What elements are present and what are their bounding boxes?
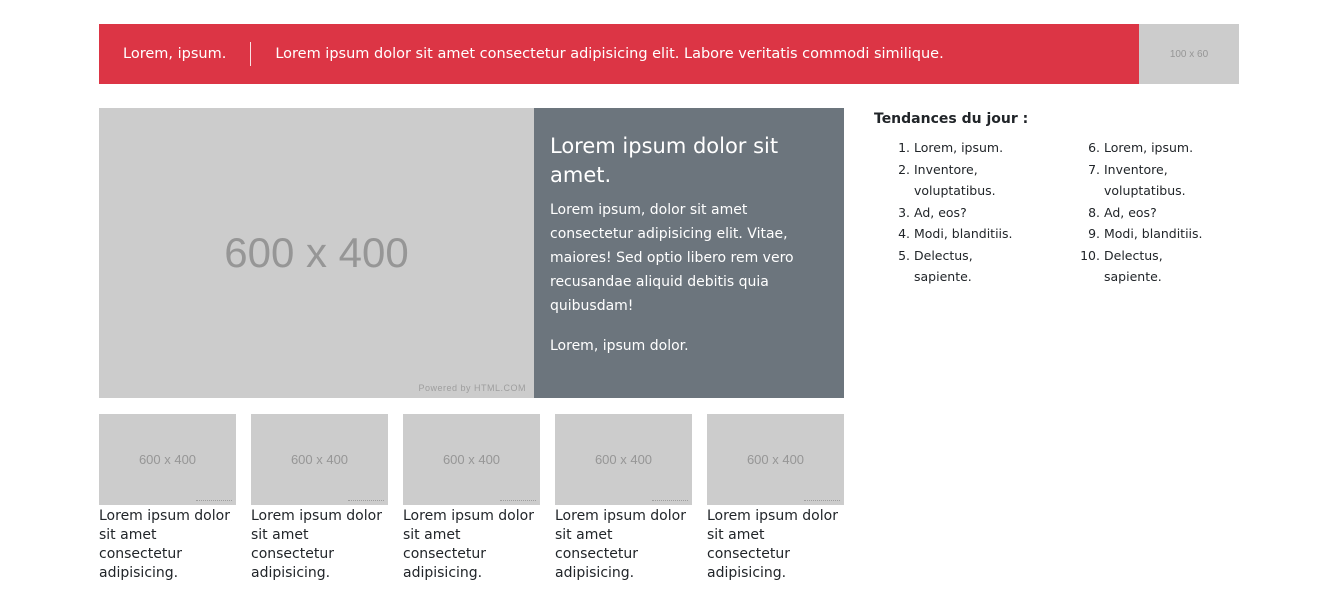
trend-label: Lorem, ipsum.: [1104, 140, 1194, 155]
thumbnail-caption: Lorem ipsum dolor sit amet consectetur a…: [403, 508, 534, 581]
trend-number: 3.: [898, 204, 910, 220]
hero-small-text: Lorem, ipsum dolor.: [550, 338, 689, 354]
trend-number: 9.: [1088, 226, 1100, 241]
thumbnail-image-label: 600 x 400: [594, 452, 653, 467]
hero-image[interactable]: 600 x 400 Powered by HTML.COM: [99, 108, 534, 398]
thumbnail-caption: Lorem ipsum dolor sit amet consectetur a…: [99, 508, 230, 581]
trend-item[interactable]: 6. Lorem, ipsum.: [1064, 137, 1254, 159]
trends-list-column-2: 6. Lorem, ipsum. 7. Inventore, voluptatibu…: [1064, 137, 1254, 288]
trend-item[interactable]: 9. Modi, blanditiis.: [1064, 223, 1254, 245]
thumbnail-image-label: 600 x 400: [442, 452, 501, 467]
image-credit-mark: [500, 500, 536, 502]
thumbnail-image-label: 600 x 400: [746, 452, 805, 467]
trend-item[interactable]: 10. Delectus, sapiente.: [1064, 245, 1254, 288]
ad-placeholder-label: 100 x 60: [1169, 48, 1209, 60]
trend-label: Ad, eos?: [914, 204, 967, 220]
thumbnail-grid: 600 x 400 Lorem ipsum dolor sit amet con…: [99, 414, 844, 590]
image-credit: Powered by HTML.COM: [418, 383, 526, 393]
trends-list-column-1: 1. Lorem, ipsum. 2. Inventore, voluptatibu…: [874, 137, 1064, 288]
trend-item[interactable]: 5. Delectus, sapiente.: [874, 245, 1064, 288]
trend-label: Modi, blanditiis.: [1104, 226, 1203, 241]
trend-number: 1.: [898, 140, 910, 155]
ad-placeholder[interactable]: 100 x 60: [1139, 24, 1239, 84]
brand-link[interactable]: Lorem, ipsum.: [99, 46, 250, 62]
thumbnail-caption: Lorem ipsum dolor sit amet consectetur a…: [555, 508, 686, 581]
trend-label: Inventore, voluptatibus.: [1104, 161, 1186, 199]
trends-panel: Tendances du jour : 1. Lorem, ipsum. 2. In…: [874, 108, 1254, 288]
thumbnail-image[interactable]: 600 x 400: [403, 414, 540, 505]
hero-image-label: 600 x 400: [224, 229, 409, 276]
trend-label: Ad, eos?: [1104, 204, 1157, 220]
trend-item[interactable]: 8. Ad, eos?: [1064, 202, 1254, 224]
trends-columns: 1. Lorem, ipsum. 2. Inventore, voluptatibu…: [874, 137, 1254, 288]
trend-label: Lorem, ipsum.: [914, 140, 1004, 155]
hero-text: Lorem ipsum, dolor sit amet consectetur …: [550, 202, 794, 314]
trend-item[interactable]: 4. Modi, blanditiis.: [874, 223, 1064, 245]
thumbnail-caption: Lorem ipsum dolor sit amet consectetur a…: [251, 508, 382, 581]
top-banner: Lorem, ipsum. Lorem ipsum dolor sit amet…: [99, 24, 1139, 84]
hero-title: Lorem ipsum dolor sit amet.: [550, 134, 779, 187]
thumbnail-card[interactable]: 600 x 400 Lorem ipsum dolor sit amet con…: [251, 414, 388, 583]
thumbnail-card[interactable]: 600 x 400 Lorem ipsum dolor sit amet con…: [403, 414, 540, 583]
thumbnail-image[interactable]: 600 x 400: [99, 414, 236, 505]
trend-item[interactable]: 3. Ad, eos?: [874, 202, 1064, 224]
trend-item[interactable]: 7. Inventore, voluptatibus.: [1064, 159, 1254, 202]
thumbnail-image[interactable]: 600 x 400: [251, 414, 388, 505]
trend-number: 7.: [1088, 161, 1100, 177]
trend-label: Modi, blanditiis.: [914, 226, 1013, 241]
thumbnail-image[interactable]: 600 x 400: [707, 414, 844, 505]
thumbnail-card[interactable]: 600 x 400 Lorem ipsum dolor sit amet con…: [99, 414, 236, 583]
trend-number: 2.: [898, 161, 910, 177]
hero-card: Lorem ipsum dolor sit amet. Lorem ipsum,…: [534, 108, 844, 398]
trend-label: Inventore, voluptatibus.: [914, 161, 996, 199]
trend-item[interactable]: 1. Lorem, ipsum.: [874, 137, 1064, 159]
image-credit-mark: [348, 500, 384, 502]
thumbnail-image-label: 600 x 400: [290, 452, 349, 467]
trend-number: 10.: [1080, 247, 1100, 263]
trend-item[interactable]: 2. Inventore, voluptatibus.: [874, 159, 1064, 202]
trends-heading: Tendances du jour :: [874, 111, 1029, 127]
thumbnail-image[interactable]: 600 x 400: [555, 414, 692, 505]
image-credit-mark: [196, 500, 232, 502]
trend-label: Delectus, sapiente.: [914, 247, 973, 285]
thumbnail-caption: Lorem ipsum dolor sit amet consectetur a…: [707, 508, 838, 581]
image-credit-mark: [652, 500, 688, 502]
trend-number: 4.: [898, 226, 910, 241]
thumbnail-card[interactable]: 600 x 400 Lorem ipsum dolor sit amet con…: [707, 414, 844, 583]
banner-message: Lorem ipsum dolor sit amet consectetur a…: [275, 46, 944, 62]
thumbnail-card[interactable]: 600 x 400 Lorem ipsum dolor sit amet con…: [555, 414, 692, 583]
trend-number: 6.: [1088, 140, 1100, 155]
thumbnail-image-label: 600 x 400: [138, 452, 197, 467]
trend-number: 5.: [898, 247, 910, 263]
trend-number: 8.: [1088, 204, 1100, 220]
trend-label: Delectus, sapiente.: [1104, 247, 1163, 285]
image-credit-mark: [804, 500, 840, 502]
